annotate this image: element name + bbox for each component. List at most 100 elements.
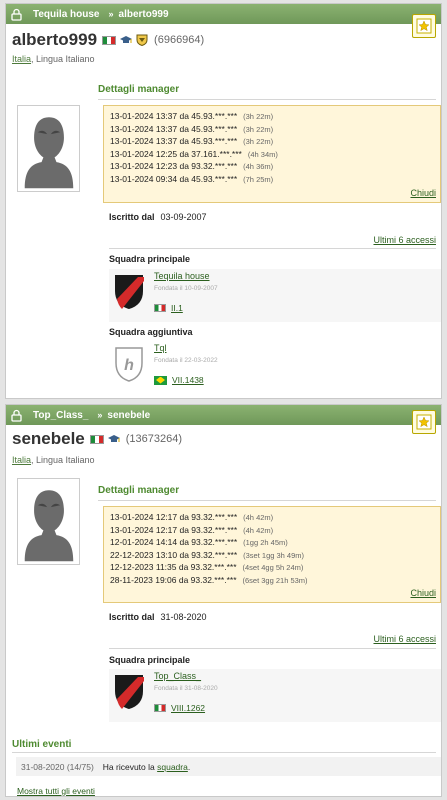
event-text: Ha ricevuto la — [102, 761, 155, 772]
breadcrumb-team[interactable]: Top_Class_ — [33, 410, 88, 421]
team-crest-icon — [115, 275, 144, 309]
team-founded: Fondata il 10-09-2007 — [154, 285, 218, 292]
breadcrumb-user: senebele — [107, 409, 151, 421]
main-team-card: Top_Class_ Fondata il 31-08-2020 VIII.12… — [109, 669, 441, 722]
breadcrumb-user: alberto999 — [118, 8, 169, 20]
team-founded: Fondata il 31-08-2020 — [154, 685, 218, 692]
italy-flag-icon — [102, 35, 117, 45]
close-log-link[interactable]: Chiudi — [410, 588, 436, 598]
log-line: 13-01-2024 12:25 da 37.161.***.*** (4h 34… — [110, 148, 278, 159]
log-line: 13-01-2024 13:37 da 45.93.***.*** (3h 22m… — [110, 123, 274, 134]
star-icon — [416, 18, 432, 34]
breadcrumb-separator: » — [108, 9, 114, 19]
log-line: 13-01-2024 12:23 da 93.32.***.*** (4h 36m… — [110, 161, 274, 171]
team-division: VII.1438 — [154, 375, 204, 385]
panel-header: Top_Class_ » senebele — [6, 405, 441, 425]
log-line: 12-01-2024 14:14 da 93.32.***.*** (1gg 2h… — [110, 537, 288, 547]
events-title: Ultimi eventi — [12, 739, 72, 750]
divider — [98, 500, 436, 501]
main-team-title: Squadra principale — [109, 254, 191, 264]
location-line: Italia, Lingua Italiano — [12, 455, 95, 465]
favorite-star-button[interactable] — [412, 410, 436, 434]
registered-label: Iscritto dal — [109, 612, 155, 622]
event-link[interactable]: squadra — [157, 762, 188, 772]
extra-team-link[interactable]: Tql — [154, 343, 167, 353]
favorite-star-button[interactable] — [412, 14, 436, 38]
divider — [98, 99, 436, 100]
team-division: VIII.1262 — [154, 703, 205, 713]
country-link[interactable]: Italia — [12, 455, 31, 465]
location-line: Italia, Lingua Italiano — [12, 54, 95, 64]
log-line: 12-12-2023 11:35 da 93.32.***.*** (4set 4… — [110, 562, 304, 572]
team-crest-icon: h — [115, 347, 143, 382]
divider — [12, 752, 436, 753]
avatar-silhouette-icon — [24, 116, 73, 188]
last-accesses-link[interactable]: Ultimi 6 accessi — [373, 235, 436, 245]
graduation-cap-icon — [107, 435, 120, 442]
team-division: II.1 — [154, 303, 183, 313]
brazil-flag-icon — [154, 375, 167, 385]
log-line: 13-01-2024 12:17 da 93.32.***.*** (4h 42m… — [110, 524, 274, 535]
breadcrumb-separator: » — [97, 410, 103, 420]
log-line: 28-11-2023 19:06 da 93.32.***.*** (6set 3… — [110, 574, 308, 585]
manager-details-title: Dettagli manager — [98, 84, 180, 95]
team-founded: Fondata il 22-03-2022 — [154, 357, 218, 364]
close-log-link[interactable]: Chiudi — [410, 188, 436, 198]
log-line: 13-01-2024 13:37 da 45.93.***.*** (3h 22m… — [110, 136, 274, 146]
log-line: 13-01-2024 09:34 da 45.93.***.*** (7h 25m… — [110, 173, 274, 184]
access-log-box: 13-01-2024 12:17 da 93.32.***.*** (4h 42m… — [103, 506, 441, 603]
username-row: alberto999 (6966964) — [12, 30, 204, 50]
user-id: (13673264) — [125, 433, 183, 445]
last-accesses-link[interactable]: Ultimi 6 accessi — [373, 634, 436, 644]
user-id: (6966964) — [154, 34, 205, 46]
avatar — [17, 478, 80, 565]
divider — [109, 648, 436, 649]
manager-panel-2: Top_Class_ » senebele senebele (13673264… — [5, 404, 442, 797]
division-link[interactable]: VIII.1262 — [171, 703, 205, 713]
registered-row: Iscritto dal 31-08-2020 — [109, 612, 207, 622]
show-all-events-link[interactable]: Mostra tutti gli eventi — [17, 786, 95, 796]
team-crest-icon — [115, 675, 144, 709]
divider — [109, 248, 436, 249]
shield-badge-icon — [136, 34, 148, 46]
graduation-cap-icon — [120, 36, 133, 43]
italy-flag-icon — [154, 304, 166, 312]
lock-icon — [10, 8, 23, 21]
registered-date: 31-08-2020 — [160, 612, 207, 622]
breadcrumb-team[interactable]: Tequila house — [33, 9, 100, 20]
division-link[interactable]: II.1 — [171, 303, 183, 313]
log-line: 13-01-2024 13:37 da 45.93.***.*** (3h 22m… — [110, 111, 274, 121]
main-team-link[interactable]: Tequila house — [154, 271, 210, 281]
language-label: , Lingua Italiano — [31, 455, 95, 465]
svg-text:h: h — [124, 357, 134, 374]
registered-date: 03-09-2007 — [160, 212, 207, 222]
star-icon — [416, 414, 432, 430]
division-link[interactable]: VII.1438 — [172, 375, 204, 385]
registered-row: Iscritto dal 03-09-2007 — [109, 212, 207, 222]
manager-panel-1: Tequila house » alberto999 alberto999 (6… — [5, 3, 442, 399]
main-team-title: Squadra principale — [109, 655, 191, 665]
country-link[interactable]: Italia — [12, 54, 31, 64]
log-line: 13-01-2024 12:17 da 93.32.***.*** (4h 42m… — [110, 512, 274, 522]
lock-icon — [10, 409, 23, 422]
avatar-silhouette-icon — [24, 489, 73, 561]
main-team-card: Tequila house Fondata il 10-09-2007 II.1 — [109, 269, 441, 322]
username: alberto999 — [12, 30, 98, 49]
panel-header: Tequila house » alberto999 — [6, 4, 441, 24]
event-text-end: . — [187, 761, 191, 772]
italy-flag-icon — [154, 704, 166, 712]
language-label: , Lingua Italiano — [31, 54, 95, 64]
event-row: 31-08-2020 (14/75) Ha ricevuto la squadr… — [16, 757, 441, 776]
event-date: 31-08-2020 (14/75) — [21, 761, 94, 772]
manager-details-title: Dettagli manager — [98, 485, 180, 496]
registered-label: Iscritto dal — [109, 212, 155, 222]
extra-team-card: h Tql Fondata il 22-03-2022 VII.1438 — [109, 341, 441, 394]
username-row: senebele (13673264) — [12, 429, 182, 449]
log-line: 22-12-2023 13:10 da 93.32.***.*** (3set 1… — [110, 549, 305, 560]
username: senebele — [12, 429, 85, 448]
extra-team-title: Squadra aggiuntiva — [109, 327, 193, 337]
main-team-link[interactable]: Top_Class_ — [154, 671, 201, 681]
access-log-box: 13-01-2024 13:37 da 45.93.***.*** (3h 22m… — [103, 105, 441, 203]
avatar — [17, 105, 80, 192]
italy-flag-icon — [89, 434, 104, 444]
